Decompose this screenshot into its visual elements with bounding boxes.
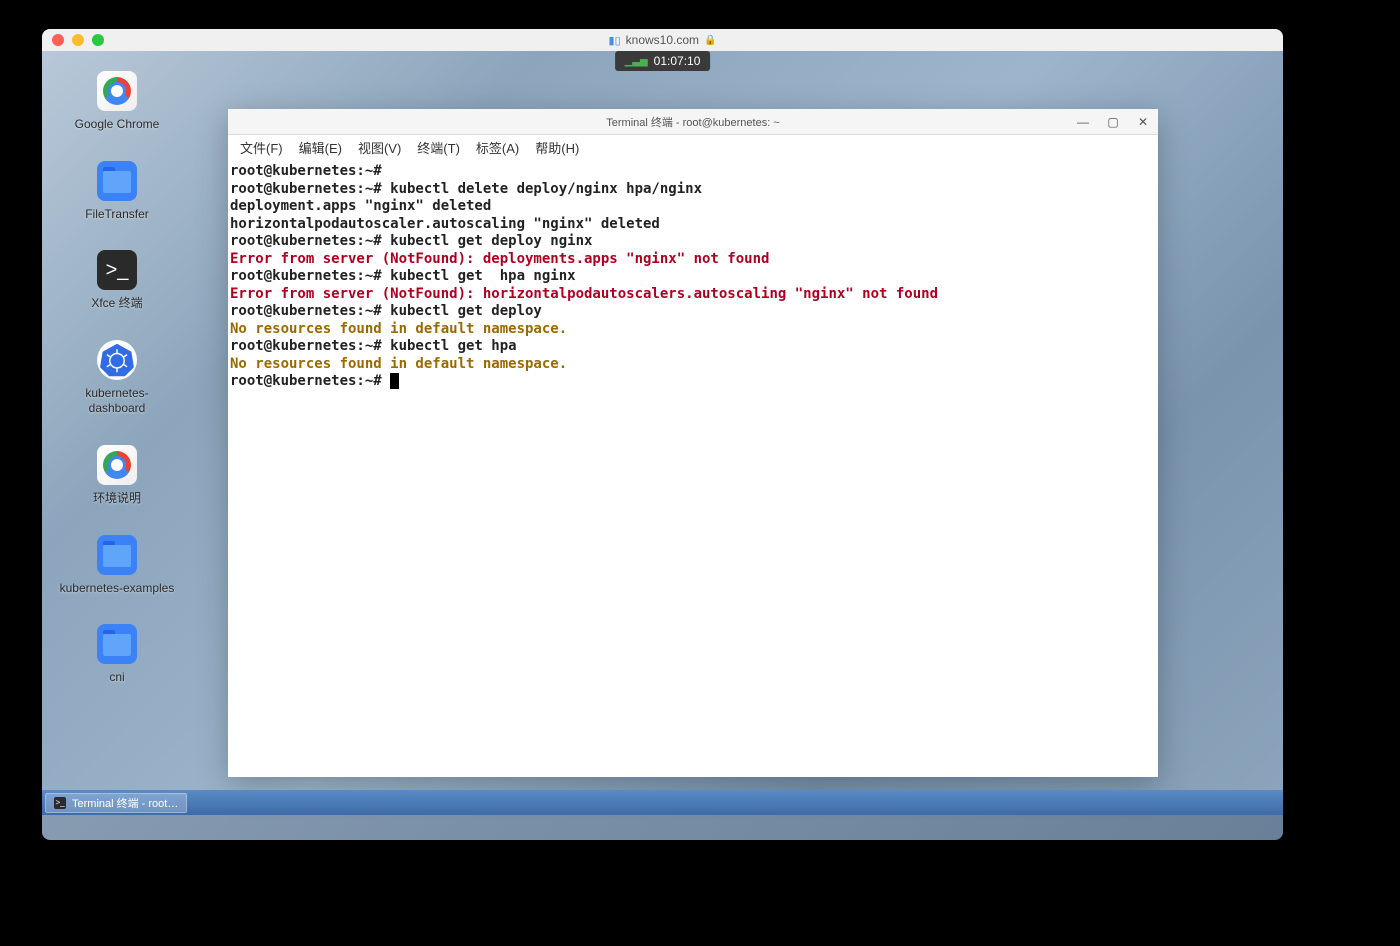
desktop-icon-env-desc[interactable]: 环境说明 bbox=[57, 445, 177, 507]
folder-icon bbox=[97, 535, 137, 575]
close-window-button[interactable] bbox=[52, 34, 64, 46]
maximize-button[interactable]: ▢ bbox=[1104, 113, 1122, 131]
desktop-icon-filetransfer[interactable]: FileTransfer bbox=[57, 161, 177, 223]
terminal-line: root@kubernetes:~# kubectl get hpa bbox=[230, 338, 1156, 356]
desktop-icon-k8s-examples[interactable]: kubernetes-examples bbox=[57, 535, 177, 597]
terminal-line: No resources found in default namespace. bbox=[230, 321, 1156, 339]
maximize-window-button[interactable] bbox=[92, 34, 104, 46]
icon-label: cni bbox=[109, 670, 124, 686]
menu-edit[interactable]: 编辑(E) bbox=[293, 136, 348, 159]
terminal-body[interactable]: root@kubernetes:~#root@kubernetes:~# kub… bbox=[228, 159, 1158, 777]
desktop-icon-cni[interactable]: cni bbox=[57, 624, 177, 686]
chrome-icon bbox=[97, 71, 137, 111]
remote-desktop[interactable]: Google Chrome FileTransfer >_ Xfce 终端 ku… bbox=[42, 51, 1283, 815]
menu-help[interactable]: 帮助(H) bbox=[529, 136, 585, 159]
terminal-line: root@kubernetes:~# bbox=[230, 373, 1156, 391]
terminal-icon: >_ bbox=[97, 250, 137, 290]
terminal-line: root@kubernetes:~# kubectl get deploy ng… bbox=[230, 233, 1156, 251]
terminal-titlebar[interactable]: Terminal 终端 - root@kubernetes: ~ — ▢ ✕ bbox=[228, 109, 1158, 135]
menu-view[interactable]: 视图(V) bbox=[352, 136, 407, 159]
kubernetes-icon bbox=[97, 340, 137, 380]
menu-file[interactable]: 文件(F) bbox=[234, 136, 289, 159]
taskbar: >_ Terminal 终端 - root… bbox=[42, 790, 1283, 815]
desktop-icon-chrome[interactable]: Google Chrome bbox=[57, 71, 177, 133]
mac-window-controls bbox=[42, 34, 104, 46]
site-info-icon: ▮▯ bbox=[609, 34, 621, 47]
minimize-button[interactable]: — bbox=[1074, 113, 1092, 131]
terminal-line: deployment.apps "nginx" deleted bbox=[230, 198, 1156, 216]
terminal-title: Terminal 终端 - root@kubernetes: ~ bbox=[606, 114, 779, 130]
desktop-icons: Google Chrome FileTransfer >_ Xfce 终端 ku… bbox=[57, 71, 177, 686]
terminal-menubar: 文件(F) 编辑(E) 视图(V) 终端(T) 标签(A) 帮助(H) bbox=[228, 135, 1158, 159]
icon-label: kubernetes-dashboard bbox=[57, 386, 177, 417]
browser-window: ▮▯ knows10.com 🔒 ▁▃▅ 01:07:10 Google Chr… bbox=[42, 29, 1283, 840]
terminal-line: No resources found in default namespace. bbox=[230, 356, 1156, 374]
cursor bbox=[390, 373, 399, 389]
icon-label: Xfce 终端 bbox=[91, 296, 142, 312]
terminal-line: root@kubernetes:~# kubectl delete deploy… bbox=[230, 181, 1156, 199]
folder-icon bbox=[97, 624, 137, 664]
taskbar-item-terminal[interactable]: >_ Terminal 终端 - root… bbox=[45, 793, 187, 813]
close-button[interactable]: ✕ bbox=[1134, 113, 1152, 131]
terminal-line: Error from server (NotFound): horizontal… bbox=[230, 286, 1156, 304]
lock-icon: 🔒 bbox=[704, 35, 716, 46]
chrome-icon bbox=[97, 445, 137, 485]
menu-terminal[interactable]: 终端(T) bbox=[411, 136, 466, 159]
icon-label: kubernetes-examples bbox=[60, 581, 175, 597]
icon-label: 环境说明 bbox=[93, 491, 141, 507]
terminal-line: root@kubernetes:~# kubectl get hpa nginx bbox=[230, 268, 1156, 286]
timer-value: 01:07:10 bbox=[654, 54, 701, 68]
terminal-line: Error from server (NotFound): deployment… bbox=[230, 251, 1156, 269]
desktop-icon-k8s-dashboard[interactable]: kubernetes-dashboard bbox=[57, 340, 177, 417]
icon-label: FileTransfer bbox=[85, 207, 149, 223]
url-text: knows10.com bbox=[626, 33, 699, 47]
timer-badge: ▁▃▅ 01:07:10 bbox=[615, 51, 711, 71]
terminal-window-controls: — ▢ ✕ bbox=[1074, 113, 1152, 131]
terminal-line: horizontalpodautoscaler.autoscaling "ngi… bbox=[230, 216, 1156, 234]
browser-url-bar[interactable]: ▮▯ knows10.com 🔒 bbox=[609, 33, 717, 47]
signal-icon: ▁▃▅ bbox=[625, 56, 648, 67]
browser-titlebar: ▮▯ knows10.com 🔒 bbox=[42, 29, 1283, 51]
desktop-icon-xfce-terminal[interactable]: >_ Xfce 终端 bbox=[57, 250, 177, 312]
terminal-line: root@kubernetes:~# bbox=[230, 163, 1156, 181]
icon-label: Google Chrome bbox=[75, 117, 160, 133]
taskbar-item-label: Terminal 终端 - root… bbox=[72, 795, 178, 811]
folder-icon bbox=[97, 161, 137, 201]
terminal-line: root@kubernetes:~# kubectl get deploy bbox=[230, 303, 1156, 321]
minimize-window-button[interactable] bbox=[72, 34, 84, 46]
terminal-window: Terminal 终端 - root@kubernetes: ~ — ▢ ✕ 文… bbox=[228, 109, 1158, 777]
menu-tabs[interactable]: 标签(A) bbox=[470, 136, 525, 159]
terminal-icon: >_ bbox=[54, 797, 66, 809]
